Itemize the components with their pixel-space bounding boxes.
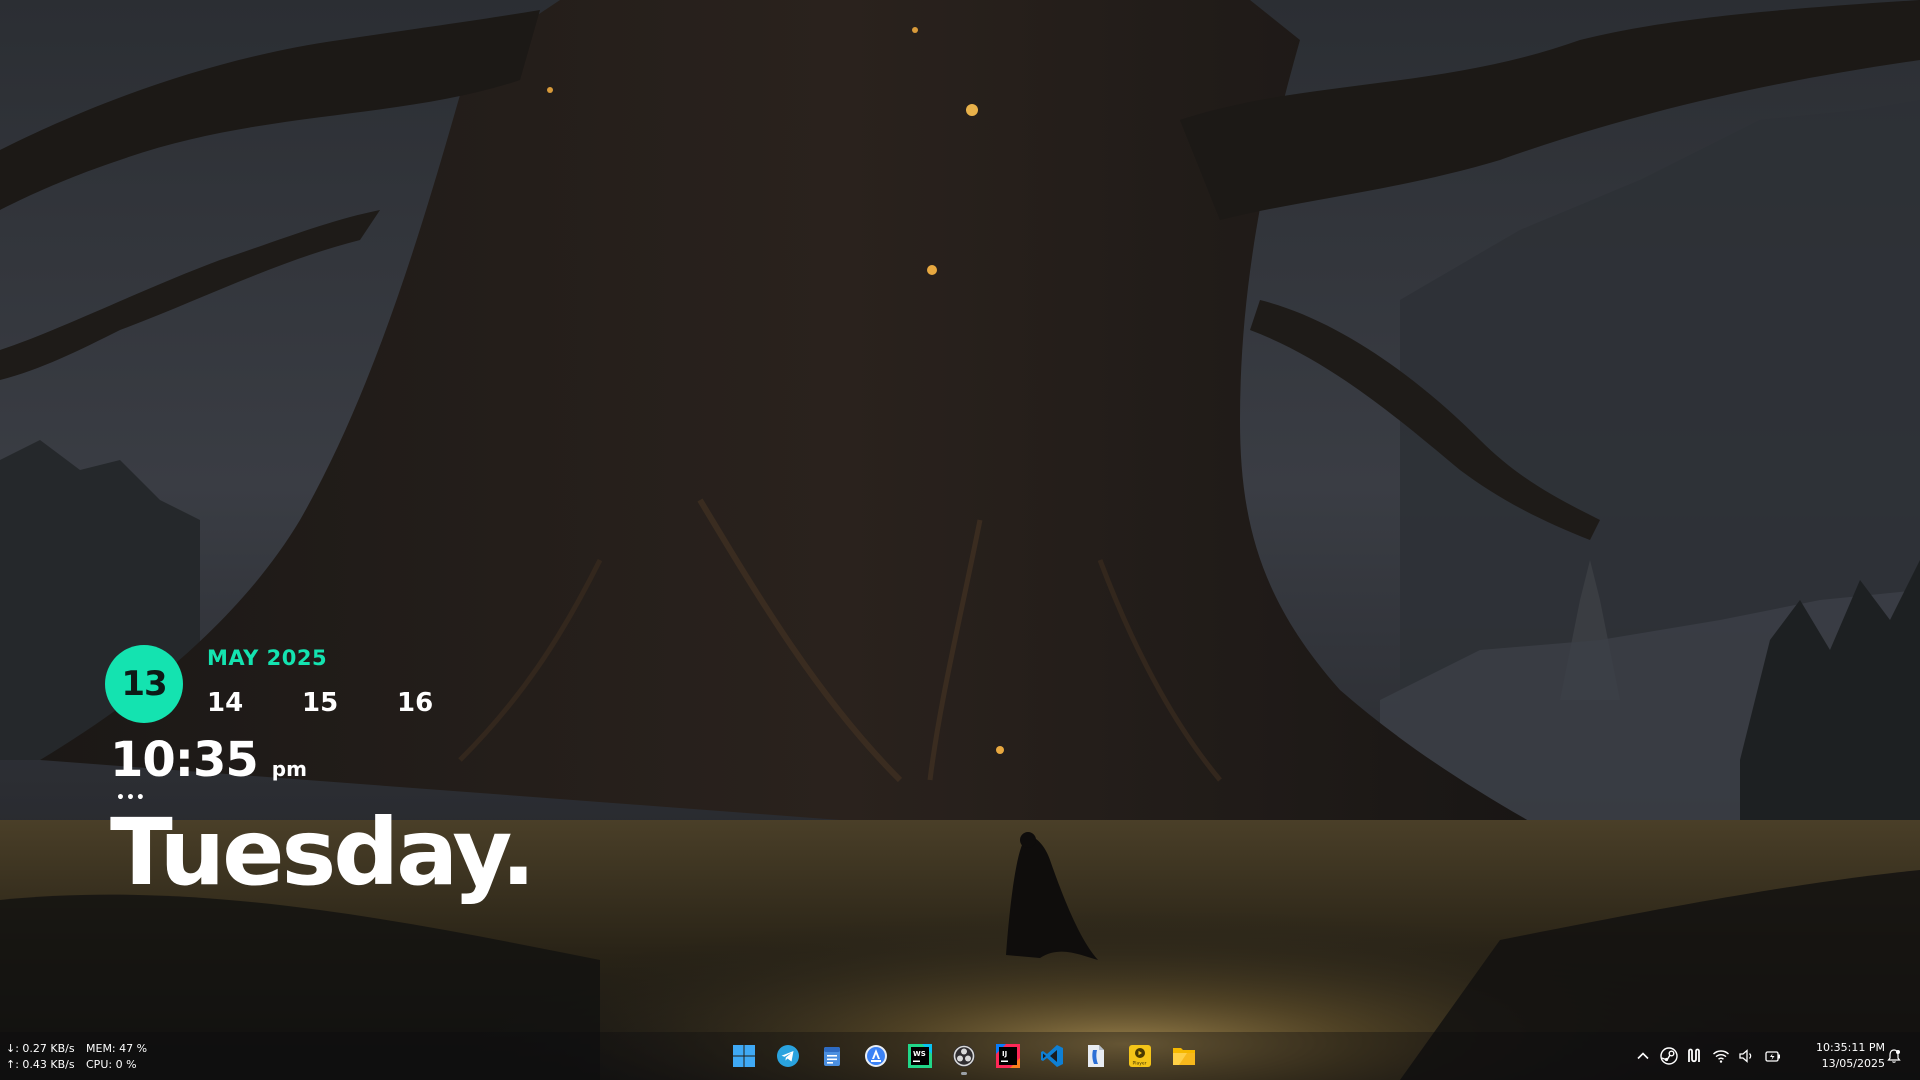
vscode-icon	[1041, 1045, 1063, 1067]
clock-time: 10:35:11 PM	[1815, 1041, 1885, 1054]
app-store-button[interactable]	[857, 1037, 895, 1075]
next-day: 15	[302, 688, 339, 718]
upload-speed: ↑: 0.43 KB/s	[6, 1058, 75, 1071]
taskbar-clock[interactable]: 10:35:11 PM 13/05/2025	[1805, 1040, 1885, 1072]
battery-icon	[1765, 1051, 1780, 1062]
notepad-button[interactable]	[813, 1037, 851, 1075]
calendar-widget: 13 MAY 2025 14 15 16 10:35 pm ••• Tuesda…	[104, 640, 624, 930]
today-circle: 13	[105, 645, 183, 723]
webstorm-button[interactable]: WS	[901, 1037, 939, 1075]
volume-tray-button[interactable]	[1736, 1045, 1758, 1067]
wifi-icon	[1713, 1050, 1729, 1063]
player-icon: Player	[1129, 1045, 1151, 1067]
month-year-label: MAY 2025	[207, 646, 328, 670]
app-store-icon	[865, 1045, 887, 1067]
intellij-icon: IJ	[996, 1044, 1020, 1068]
notion-icon	[1688, 1048, 1700, 1063]
telegram-button[interactable]	[769, 1037, 807, 1075]
battery-tray-button[interactable]	[1762, 1045, 1784, 1067]
volume-icon	[1739, 1049, 1752, 1063]
wifi-tray-button[interactable]	[1710, 1045, 1732, 1067]
system-stats: ↓: 0.27 KB/s ↑: 0.43 KB/s MEM: 47 % CPU:…	[6, 1041, 166, 1073]
clock-date: 13/05/2025	[1821, 1057, 1885, 1070]
chevron-up-icon	[1637, 1052, 1649, 1060]
player-label: Player	[1133, 1061, 1147, 1067]
notification-center-button[interactable]	[1883, 1045, 1905, 1067]
system-tray	[1630, 1040, 1786, 1072]
obs-icon	[953, 1045, 975, 1067]
cpu-usage: CPU: 0 %	[86, 1058, 137, 1071]
network-stats: ↓: 0.27 KB/s ↑: 0.43 KB/s	[6, 1041, 86, 1073]
folder-icon	[1173, 1048, 1195, 1065]
running-indicator	[961, 1072, 967, 1075]
weekday-label: Tuesday.	[110, 799, 536, 906]
document-button[interactable]	[1077, 1037, 1115, 1075]
webstorm-icon: WS	[908, 1044, 932, 1068]
resource-stats: MEM: 47 % CPU: 0 %	[86, 1041, 166, 1073]
steam-tray-button[interactable]	[1658, 1045, 1680, 1067]
intellij-label: IJ	[1002, 1050, 1007, 1058]
taskbar: ↓: 0.27 KB/s ↑: 0.43 KB/s MEM: 47 % CPU:…	[0, 1032, 1920, 1080]
next-days-row: 14 15 16	[207, 688, 492, 718]
time-row: 10:35 pm	[110, 732, 307, 788]
show-hidden-icons-button[interactable]	[1632, 1045, 1654, 1067]
notion-tray-button[interactable]	[1684, 1045, 1706, 1067]
steam-icon	[1660, 1047, 1678, 1065]
document-icon	[1088, 1045, 1104, 1067]
start-button[interactable]	[725, 1037, 763, 1075]
widget-time: 10:35	[110, 732, 259, 788]
widget-ampm: pm	[271, 757, 307, 781]
download-speed: ↓: 0.27 KB/s	[6, 1042, 75, 1055]
obs-button[interactable]	[945, 1037, 983, 1075]
notepad-icon	[824, 1047, 840, 1066]
next-day: 14	[207, 688, 244, 718]
player-button[interactable]: Player	[1121, 1037, 1159, 1075]
telegram-icon	[777, 1045, 799, 1067]
windows-logo-icon	[733, 1045, 755, 1067]
desktop: 13 MAY 2025 14 15 16 10:35 pm ••• Tuesda…	[0, 0, 1920, 1080]
file-explorer-button[interactable]	[1165, 1037, 1203, 1075]
notification-bell-icon	[1887, 1049, 1901, 1063]
webstorm-label: WS	[913, 1050, 926, 1058]
intellij-button[interactable]: IJ	[989, 1037, 1027, 1075]
next-day: 16	[397, 688, 434, 718]
memory-usage: MEM: 47 %	[86, 1042, 148, 1055]
taskbar-apps: WS IJ Player	[722, 1037, 1206, 1075]
vscode-button[interactable]	[1033, 1037, 1071, 1075]
